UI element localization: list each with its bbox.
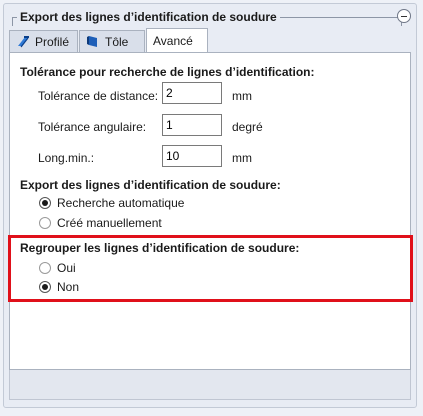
distance-tolerance-input[interactable] bbox=[162, 82, 222, 104]
group-title: Export des lignes d’identification de so… bbox=[17, 10, 280, 24]
tab-advanced[interactable]: Avancé bbox=[146, 28, 208, 52]
tab-sheet-metal[interactable]: Tôle bbox=[79, 30, 145, 52]
radio-unchecked-icon bbox=[39, 262, 51, 274]
distance-tolerance-label: Tolérance de distance: bbox=[38, 89, 159, 103]
radio-yes[interactable]: Oui bbox=[39, 261, 76, 275]
radio-yes-label: Oui bbox=[57, 261, 76, 275]
angular-tolerance-label: Tolérance angulaire: bbox=[38, 120, 147, 134]
angular-tolerance-input[interactable] bbox=[162, 114, 222, 136]
distance-tolerance-unit: mm bbox=[232, 89, 252, 103]
tolerance-title: Tolérance pour recherche de lignes d’ide… bbox=[20, 65, 315, 79]
tab-profile-label: Profilé bbox=[35, 34, 70, 49]
radio-automatic-search-label: Recherche automatique bbox=[57, 196, 185, 210]
tab-advanced-label: Avancé bbox=[153, 33, 193, 48]
radio-checked-icon bbox=[39, 197, 51, 209]
min-length-unit: mm bbox=[232, 151, 252, 165]
tab-sheet-metal-label: Tôle bbox=[105, 34, 129, 49]
radio-automatic-search[interactable]: Recherche automatique bbox=[39, 196, 184, 210]
profile-icon bbox=[16, 34, 31, 49]
sheet-metal-icon bbox=[86, 34, 101, 49]
min-length-input[interactable] bbox=[162, 145, 222, 167]
collapse-icon[interactable] bbox=[397, 9, 411, 23]
export-title: Export des lignes d’identification de so… bbox=[20, 178, 281, 192]
angular-tolerance-unit: degré bbox=[232, 120, 263, 134]
radio-checked-icon bbox=[39, 281, 51, 293]
group-lines-title: Regrouper les lignes d’identification de… bbox=[20, 241, 300, 255]
radio-manually-created[interactable]: Créé manuellement bbox=[39, 216, 162, 230]
panel-footer bbox=[9, 370, 411, 400]
radio-unchecked-icon bbox=[39, 217, 51, 229]
radio-no-label: Non bbox=[57, 280, 80, 294]
radio-manually-created-label: Créé manuellement bbox=[57, 216, 162, 230]
tab-profile[interactable]: Profilé bbox=[9, 30, 78, 52]
min-length-label: Long.min.: bbox=[38, 151, 95, 165]
radio-no[interactable]: Non bbox=[39, 280, 79, 294]
